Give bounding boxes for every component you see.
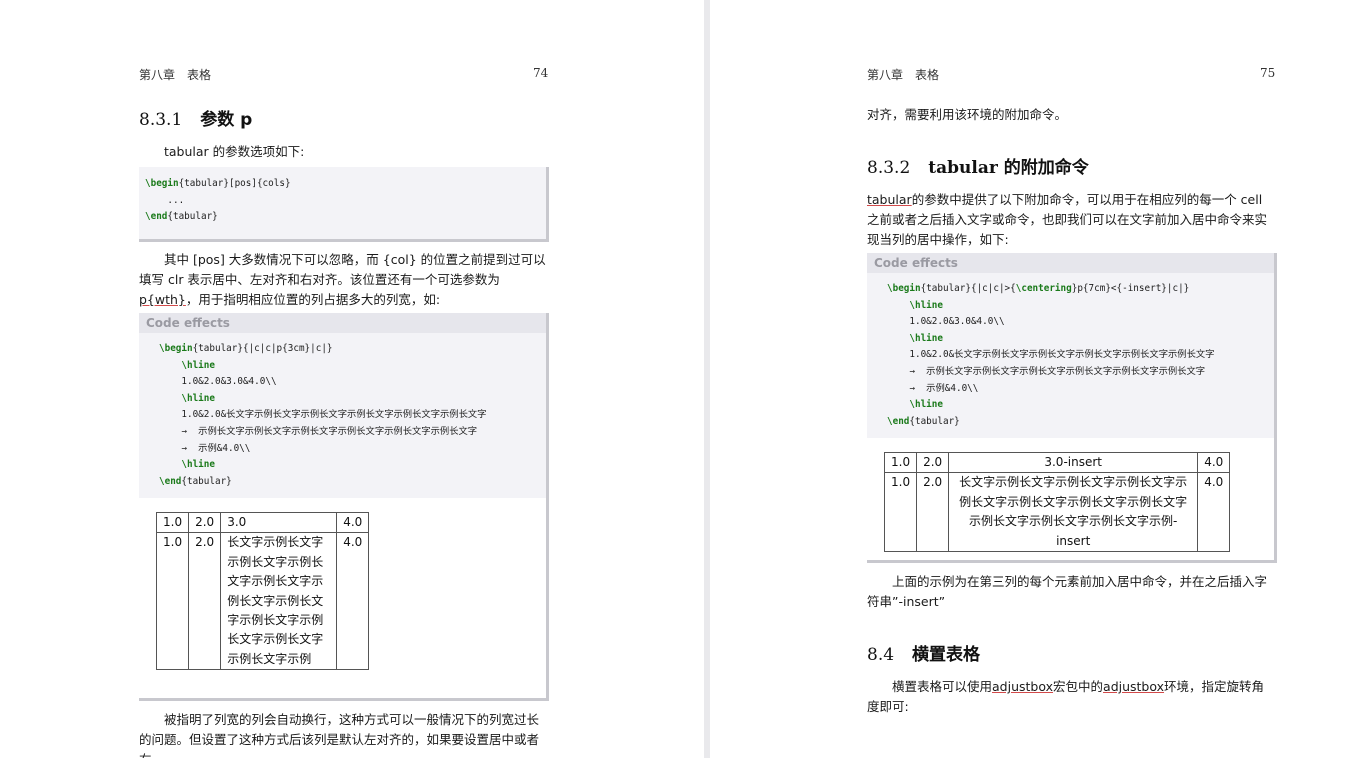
left-page: 第八章 表格 74 8.3.1 参数 p tabular 的参数选项如下: \be… — [0, 0, 704, 758]
section-number: 8.4 — [867, 645, 895, 665]
p-wth-link[interactable]: p{wth} — [139, 292, 186, 307]
paragraph-landscape-table: 横置表格可以使用adjustbox宏包中的adjustbox环境，指定旋转角度即… — [867, 677, 1275, 717]
paragraph-additional-commands: tabular的参数中提供了以下附加命令，可以用于在相应列的每一个 cell 之… — [867, 190, 1275, 250]
table-row: 1.0 2.0 长文字示例长文字示例长文字示例长文字示例长文字示例长文字示例长文… — [155, 532, 370, 671]
paragraph-text-end: ，用于指明相应位置的列占据多大的列宽，如: — [185, 292, 441, 307]
running-header-chapter: 第八章 表格 — [139, 68, 212, 82]
adjustbox-environment-link[interactable]: adjustbox — [1103, 679, 1164, 694]
code-effects-title: Code effects — [139, 313, 546, 333]
paragraph-auto-wrap: 被指明了列宽的列会自动换行，这种方式可以一般情况下的列宽过长的问题。但设置了这种… — [139, 712, 540, 758]
table-row: 1.0 2.0 长文字示例长文字示例长文字示例长文字示例长文字示例长文字示例长文… — [883, 472, 1231, 553]
table-cell: 4.0 — [1197, 472, 1231, 553]
section-number: 8.3.2 — [867, 158, 911, 178]
paragraph-insert-explanation: 上面的示例为在第三列的每个元素前加入居中命令，并在之后插入字符串”-insert… — [867, 574, 1268, 609]
table-cell: 2.0 — [188, 532, 222, 671]
table-cell: 3.0 — [220, 511, 338, 534]
tabular-link[interactable]: tabular — [867, 192, 912, 207]
section-heading: 8.3.2 tabular 的附加命令 — [867, 153, 1089, 178]
section-number: 8.3.1 — [139, 110, 183, 130]
section-heading: 8.4 横置表格 — [867, 640, 980, 665]
table-cell-long-text: 长文字示例长文字示例长文字示例长文字示例长文字示例长文字示例长文字示例长文字示例… — [948, 472, 1199, 553]
table-cell: 1.0 — [155, 511, 190, 534]
code-block: \begin{tabular}[pos]{cols} ... \end{tabu… — [139, 167, 549, 242]
section-title: 横置表格 — [912, 645, 981, 665]
code-effects-title: Code effects — [867, 253, 1274, 273]
section-title-code: tabular — [928, 158, 998, 178]
table-cell: 2.0 — [188, 511, 222, 534]
table-cell: 2.0 — [916, 472, 950, 553]
table-cell: 1.0 — [883, 472, 918, 553]
table-cell: 1.0 — [883, 451, 918, 474]
table-cell: 4.0 — [336, 511, 370, 534]
table-cell: 1.0 — [155, 532, 190, 671]
paragraph-column-width: 其中 [pos] 大多数情况下可以忽略，而 {col} 的位置之前提到过可以填写… — [139, 250, 547, 310]
result-table: 1.0 2.0 3.0 4.0 1.0 2.0 长文字示例长文字示例长文字示例长… — [155, 511, 370, 671]
continued-paragraph: 对齐，需要利用该环境的附加命令。 — [867, 107, 1068, 122]
code-effects-listing: \begin{tabular}{|c|c|>{\centering}p{7cm}… — [867, 273, 1274, 439]
paragraph-text: 横置表格可以使用 — [892, 679, 993, 694]
code-listing: \begin{tabular}[pos]{cols} ... \end{tabu… — [145, 178, 291, 223]
table-cell: 3.0-insert — [948, 451, 1199, 474]
table-cell: 2.0 — [916, 451, 950, 474]
paragraph-text: 的参数中提供了以下附加命令，可以用于在相应列的每一个 cell 之前或者之后插入… — [867, 192, 1268, 247]
table-cell: 4.0 — [336, 532, 370, 671]
right-page: 第八章 表格 75 对齐，需要利用该环境的附加命令。 8.3.2 tabular … — [710, 0, 1347, 758]
table-cell: 4.0 — [1197, 451, 1231, 474]
section-title: 参数 p — [200, 110, 253, 130]
code-effects-listing: \begin{tabular}{|c|c|p{3cm}|c|} \hline 1… — [139, 333, 546, 499]
section-title: 的附加命令 — [997, 158, 1089, 178]
page-number: 74 — [533, 66, 549, 80]
paragraph-text: 宏包中的 — [1053, 679, 1104, 694]
adjustbox-package-link[interactable]: adjustbox — [992, 679, 1053, 694]
section-heading: 8.3.1 参数 p — [139, 105, 252, 130]
page-number: 75 — [1260, 66, 1276, 80]
table-row: 1.0 2.0 3.0-insert 4.0 — [883, 451, 1231, 474]
paragraph-text: 其中 [pos] 大多数情况下可以忽略，而 {col} 的位置之前提到过可以填写… — [139, 252, 546, 287]
running-header-chapter: 第八章 表格 — [867, 68, 940, 82]
result-table: 1.0 2.0 3.0-insert 4.0 1.0 2.0 长文字示例长文字示… — [883, 451, 1231, 553]
table-cell-long-text: 长文字示例长文字示例长文字示例长文字示例长文字示例长文字示例长文字示例长文字示例… — [220, 532, 338, 671]
intro-paragraph: tabular 的参数选项如下: — [164, 144, 305, 159]
table-row: 1.0 2.0 3.0 4.0 — [155, 511, 370, 534]
